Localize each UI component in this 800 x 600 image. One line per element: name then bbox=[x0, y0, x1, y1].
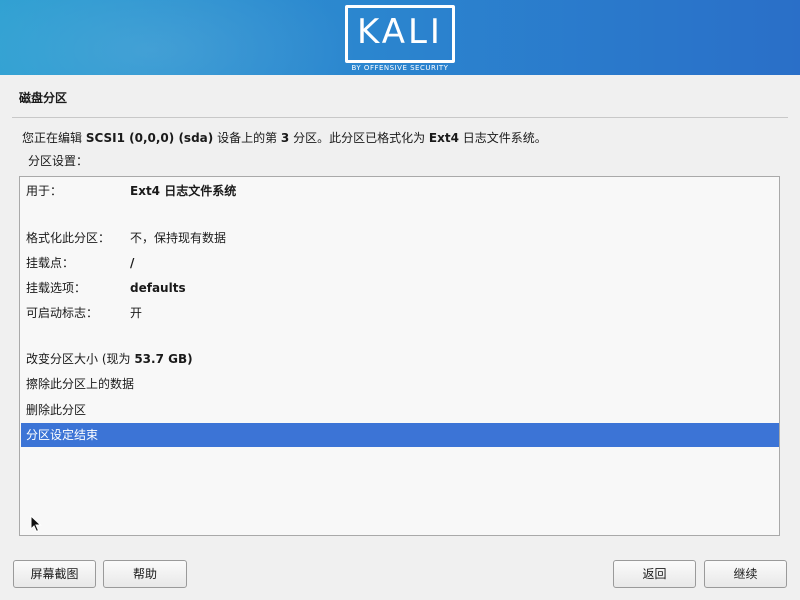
partition-size: 53.7 GB bbox=[134, 352, 188, 366]
setting-value: / bbox=[130, 256, 135, 270]
setting-use-as[interactable]: 用于： Ext4 日志文件系统 bbox=[21, 179, 779, 203]
mouse-pointer-icon bbox=[30, 515, 42, 533]
setting-mount-point[interactable]: 挂载点： / bbox=[21, 251, 779, 275]
page-title: 磁盘分区 bbox=[19, 91, 68, 105]
setting-value: 开 bbox=[130, 306, 143, 320]
action-erase-partition[interactable]: 擦除此分区上的数据 bbox=[21, 372, 779, 396]
partition-number: 3 bbox=[280, 131, 290, 145]
kali-logo: KALI bbox=[345, 5, 455, 63]
action-done-setting-partition[interactable]: 分区设定结束 bbox=[21, 423, 779, 447]
setting-key: 可启动标志： bbox=[26, 306, 99, 320]
kali-banner: KALI BY OFFENSIVE SECURITY bbox=[0, 0, 800, 75]
partition-settings-list[interactable]: 用于： Ext4 日志文件系统 格式化此分区： 不，保持现有数据 挂载点： / … bbox=[19, 176, 780, 536]
title-divider bbox=[12, 117, 788, 118]
setting-value: defaults bbox=[130, 281, 186, 295]
setting-bootable-flag[interactable]: 可启动标志： 开 bbox=[21, 301, 779, 325]
setting-value: 不，保持现有数据 bbox=[130, 231, 227, 245]
action-delete-partition[interactable]: 删除此分区 bbox=[21, 398, 779, 422]
filesystem-type: Ext4 bbox=[428, 131, 459, 145]
setting-key: 挂载点： bbox=[26, 256, 75, 270]
help-button[interactable]: 帮助 bbox=[103, 560, 187, 588]
logo-text: KALI bbox=[357, 12, 443, 52]
setting-format[interactable]: 格式化此分区： 不，保持现有数据 bbox=[21, 226, 779, 250]
logo-subtitle: BY OFFENSIVE SECURITY bbox=[351, 64, 449, 72]
action-resize-partition[interactable]: 改变分区大小 (现为 53.7 GB) bbox=[21, 347, 779, 371]
settings-label: 分区设置： bbox=[28, 154, 89, 168]
screenshot-button[interactable]: 屏幕截图 bbox=[13, 560, 96, 588]
setting-mount-options[interactable]: 挂载选项： defaults bbox=[21, 276, 779, 300]
back-button[interactable]: 返回 bbox=[613, 560, 696, 588]
setting-key: 格式化此分区： bbox=[26, 231, 111, 245]
partition-description: 您正在编辑 SCSI1 (0,0,0) (sda) 设备上的第 3 分区。此分区… bbox=[22, 131, 547, 145]
device-name: SCSI1 (0,0,0) (sda) bbox=[85, 131, 214, 145]
setting-key: 挂载选项： bbox=[26, 281, 87, 295]
continue-button[interactable]: 继续 bbox=[704, 560, 787, 588]
setting-key: 用于： bbox=[26, 184, 63, 198]
setting-value: Ext4 日志文件系统 bbox=[130, 184, 237, 198]
